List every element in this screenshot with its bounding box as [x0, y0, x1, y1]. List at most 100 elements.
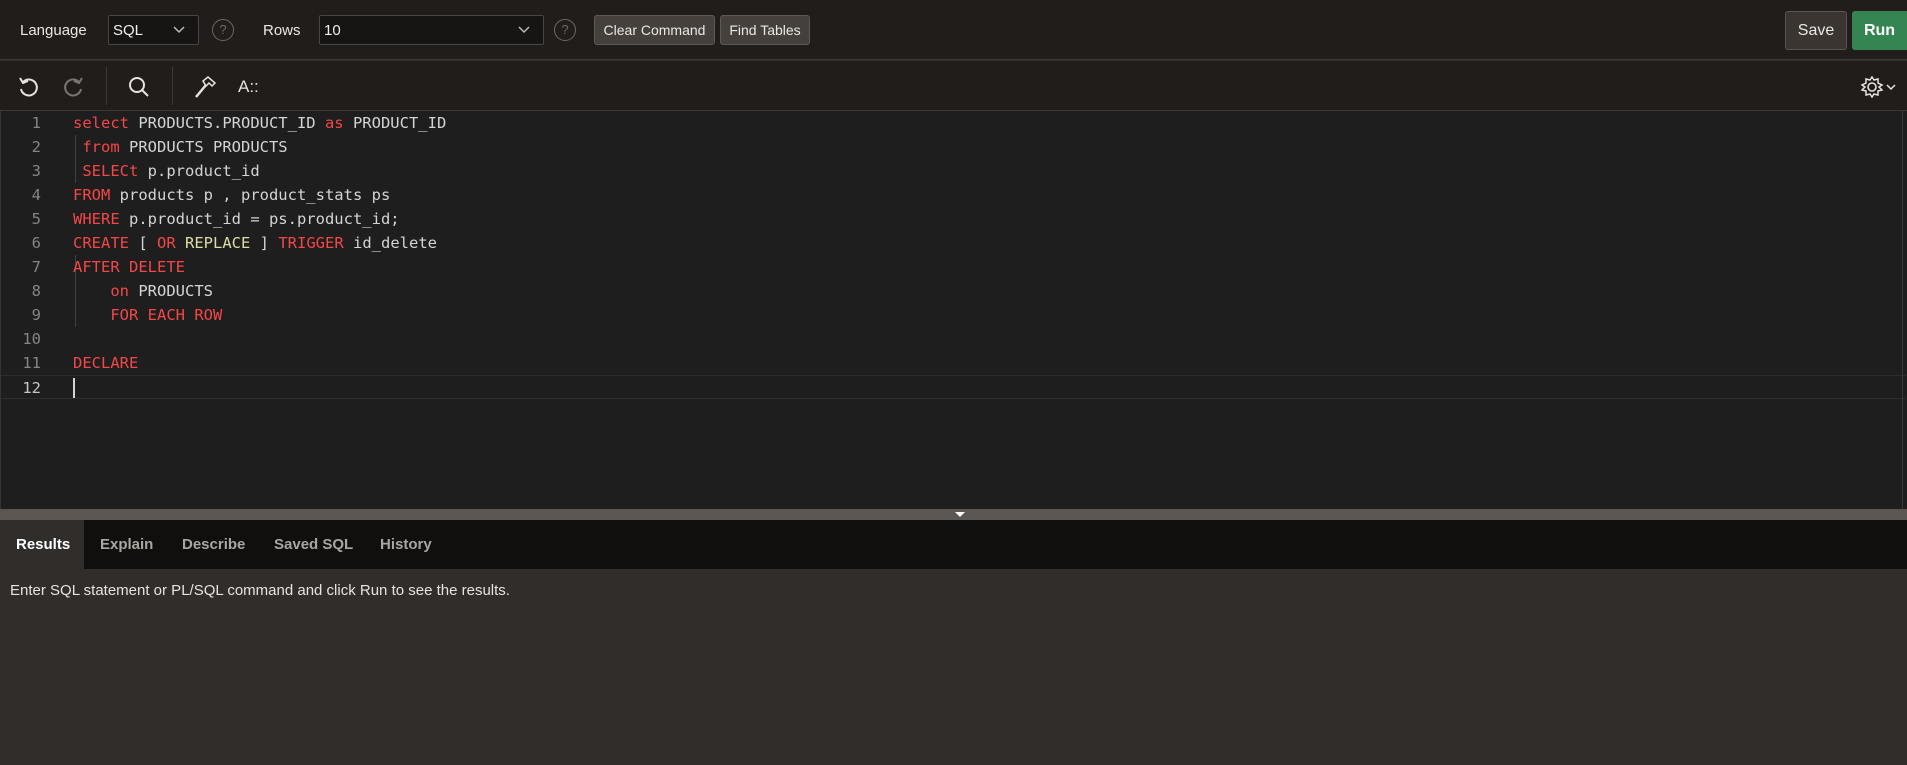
identifier-token: id_delete [343, 234, 437, 252]
toolbar-divider [106, 67, 107, 105]
undo-icon[interactable] [16, 74, 42, 100]
line-number: 7 [31, 258, 41, 276]
code-text: select PRODUCTS.PRODUCT_ID as PRODUCT_ID [73, 111, 446, 135]
identifier-token: p.product_id = ps.product_id; [119, 210, 400, 228]
identifier-token: PRODUCTS [129, 282, 213, 300]
identifier-token [73, 282, 110, 300]
keyword-token: CREATE [73, 234, 129, 252]
code-line[interactable]: 7 AFTER DELETE [1, 255, 1906, 279]
command-toolbar: Language SQL ? Rows 10 ? Clear Command F… [0, 0, 1907, 60]
identifier-token [73, 138, 82, 156]
gear-icon[interactable] [1860, 74, 1900, 100]
keyword-token: select [73, 114, 129, 132]
line-number: 3 [31, 162, 41, 180]
find-tables-button[interactable]: Find Tables [720, 15, 810, 45]
code-text: from PRODUCTS PRODUCTS [73, 135, 288, 159]
tab-history[interactable]: History [364, 520, 448, 569]
identifier-token: p.product_id [138, 162, 260, 180]
rows-label: Rows [263, 22, 301, 39]
hammer-icon[interactable] [192, 74, 218, 100]
save-button[interactable]: Save [1785, 11, 1847, 50]
identifier-token: [ [129, 234, 157, 252]
identifier-token: PRODUCT_ID [343, 114, 447, 132]
code-line[interactable]: 2 from PRODUCTS PRODUCTS [1, 135, 1906, 159]
clear-command-button[interactable]: Clear Command [594, 15, 715, 45]
code-line[interactable]: 11 DECLARE [1, 351, 1906, 375]
code-line[interactable]: 6 CREATE [ OR REPLACE ] TRIGGER id_delete [1, 231, 1906, 255]
pane-splitter[interactable] [0, 509, 1907, 520]
tab-describe[interactable]: Describe [166, 520, 261, 569]
identifier-token [73, 162, 82, 180]
code-line[interactable]: 4 FROM products p , product_stats ps [1, 183, 1906, 207]
results-message: Enter SQL statement or PL/SQL command an… [10, 582, 510, 599]
keyword-token: as [324, 114, 344, 132]
rows-value: 10 [324, 22, 341, 39]
chevron-down-icon [518, 26, 530, 34]
line-number: 8 [31, 282, 41, 300]
format-icon[interactable]: A:: [238, 74, 264, 100]
redo-icon[interactable] [60, 74, 86, 100]
collapse-arrow-icon[interactable] [955, 512, 965, 517]
line-number: 4 [31, 186, 41, 204]
code-line[interactable]: 8 on PRODUCTS [1, 279, 1906, 303]
line-number: 10 [22, 330, 41, 348]
keyword-token: WHERE [73, 210, 120, 228]
line-number: 1 [31, 114, 41, 132]
literal-token: REPLACE [185, 234, 251, 252]
keyword-token: from [82, 138, 120, 156]
line-number: 12 [22, 379, 41, 397]
code-text: SELECt p.product_id [73, 159, 260, 183]
code-text: WHERE p.product_id = ps.product_id; [73, 207, 400, 231]
language-help-icon[interactable]: ? [212, 19, 234, 41]
code-text: on PRODUCTS [73, 279, 213, 303]
code-line[interactable]: 3 SELECt p.product_id [1, 159, 1906, 183]
code-editor[interactable]: 1 select PRODUCTS.PRODUCT_ID as PRODUCT_I… [0, 111, 1907, 509]
tab-explain[interactable]: Explain [84, 520, 169, 569]
identifier-token: products p , product_stats ps [110, 186, 391, 204]
code-line[interactable]: 9 FOR EACH ROW [1, 303, 1906, 327]
identifier-token: PRODUCTS.PRODUCT_ID [129, 114, 325, 132]
keyword-token: OR [157, 234, 176, 252]
chevron-down-icon [173, 26, 185, 34]
text-cursor [73, 378, 75, 398]
identifier-token [73, 306, 110, 324]
line-number: 2 [31, 138, 41, 156]
language-select[interactable]: SQL [108, 15, 199, 45]
identifier-token [176, 234, 185, 252]
code-text: AFTER DELETE [73, 255, 185, 279]
run-button[interactable]: Run [1852, 11, 1907, 50]
tab-results[interactable]: Results [0, 520, 84, 569]
tab-saved-sql[interactable]: Saved SQL [258, 520, 369, 569]
code-line[interactable]: 10 [1, 327, 1906, 351]
code-text: CREATE [ OR REPLACE ] TRIGGER id_delete [73, 231, 437, 255]
toolbar-divider [172, 67, 173, 105]
keyword-token: FOR EACH ROW [110, 306, 223, 324]
code-text: DECLARE [73, 351, 138, 375]
keyword-token: FROM [73, 186, 111, 204]
keyword-token: AFTER DELETE [73, 258, 185, 276]
code-line[interactable]: 5 WHERE p.product_id = ps.product_id; [1, 207, 1906, 231]
keyword-token: SELECt [82, 162, 139, 180]
line-number: 6 [31, 234, 41, 252]
keyword-token: on [110, 282, 129, 300]
vertical-scrollbar[interactable] [1902, 111, 1903, 509]
identifier-token: PRODUCTS PRODUCTS [119, 138, 288, 156]
code-line[interactable]: 1 select PRODUCTS.PRODUCT_ID as PRODUCT_I… [1, 111, 1906, 135]
rows-help-icon[interactable]: ? [554, 19, 576, 41]
code-line[interactable]: 12 [1, 375, 1906, 399]
rows-select[interactable]: 10 [319, 15, 544, 45]
language-value: SQL [113, 22, 144, 39]
code-text: FROM products p , product_stats ps [73, 183, 390, 207]
results-panel: Enter SQL statement or PL/SQL command an… [0, 569, 1907, 765]
search-icon[interactable] [126, 74, 152, 100]
language-label: Language [20, 22, 87, 39]
keyword-token: DECLARE [73, 354, 139, 372]
code-text: FOR EACH ROW [73, 303, 222, 327]
line-number: 9 [31, 306, 41, 324]
identifier-token: ] [250, 234, 279, 252]
line-number: 5 [31, 210, 41, 228]
line-number: 11 [22, 354, 41, 372]
editor-toolbar: A:: [0, 61, 1907, 111]
results-tabs: Results Explain Describe Saved SQL Histo… [0, 520, 1907, 569]
keyword-token: TRIGGER [278, 234, 344, 252]
